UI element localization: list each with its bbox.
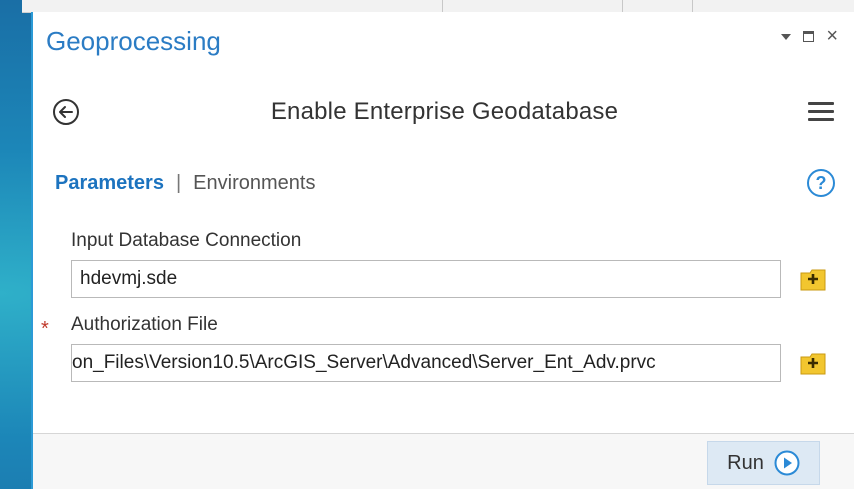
tool-title: Enable Enterprise Geodatabase — [270, 98, 619, 125]
tab-separator: | — [175, 172, 182, 194]
tab-parameters[interactable]: Parameters — [55, 172, 164, 195]
close-icon[interactable]: × — [826, 26, 838, 46]
browse-folder-icon[interactable] — [799, 265, 829, 295]
tab-environments[interactable]: Environments — [193, 172, 315, 195]
input-connection-label: Input Database Connection — [71, 230, 302, 251]
window-controls: × — [781, 26, 838, 46]
authorization-file-field[interactable]: on_Files\Version10.5\ArcGIS_Server\Advan… — [71, 344, 781, 382]
maximize-icon[interactable] — [803, 30, 815, 42]
dropdown-arrow-icon[interactable] — [781, 31, 792, 41]
run-button[interactable]: Run — [707, 441, 820, 485]
geoprocessing-pane: Geoprocessing × Enable Enterprise Geodat… — [31, 12, 854, 489]
play-icon — [774, 450, 800, 476]
authorization-file-label: Authorization File — [71, 314, 218, 335]
authorization-file-value: on_Files\Version10.5\ArcGIS_Server\Advan… — [72, 352, 656, 373]
run-label: Run — [727, 451, 764, 474]
help-icon[interactable]: ? — [806, 168, 836, 198]
svg-text:?: ? — [816, 173, 827, 193]
required-marker: * — [41, 318, 49, 340]
input-connection-field[interactable]: hdevmj.sde — [71, 260, 781, 298]
hamburger-menu-icon[interactable] — [808, 102, 834, 122]
browse-folder-icon[interactable] — [799, 349, 829, 379]
tab-bar: Parameters | Environments — [55, 172, 315, 195]
pane-title: Geoprocessing — [46, 26, 221, 56]
